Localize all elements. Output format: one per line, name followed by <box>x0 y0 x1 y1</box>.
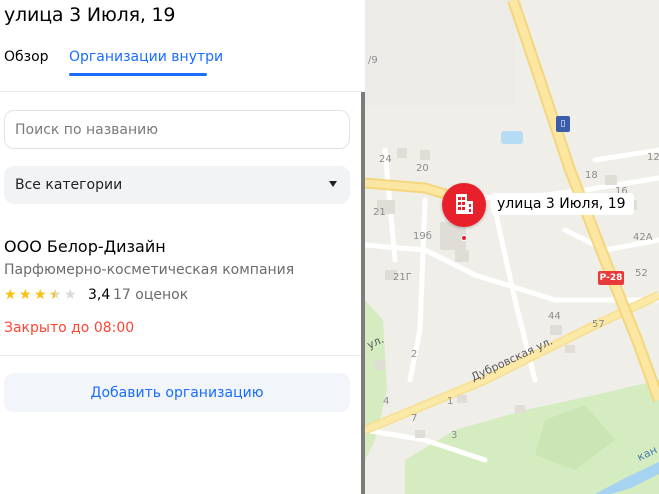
building-number: 44 <box>548 311 561 322</box>
building-number: 57 <box>592 319 605 330</box>
transport-icon[interactable]: ▯ <box>556 116 570 132</box>
organization-category: Парфюмерно-косметическая компания <box>4 262 295 278</box>
map-canvas <box>365 0 659 494</box>
organization-name[interactable]: ООО Белор-Дизайн <box>4 237 166 256</box>
category-select[interactable]: Все категории <box>4 166 350 204</box>
star-fill: ★ <box>4 288 17 302</box>
star-fill: ★ <box>49 288 55 302</box>
building-number: 24 <box>379 154 392 165</box>
star-icon: ★★ <box>19 288 34 302</box>
star-icon: ★★ <box>34 288 49 302</box>
building-number: 7 <box>411 413 418 424</box>
search-input[interactable] <box>4 110 350 149</box>
star-fill: ★ <box>19 288 32 302</box>
building-number: 4 <box>383 396 390 407</box>
building-number: 3 <box>451 430 458 441</box>
building-number: 21Г <box>393 272 412 283</box>
building-number: 52 <box>635 268 648 279</box>
rating-stars: ★★★★★★★★★★ <box>4 288 79 302</box>
building-number: 19б <box>413 231 432 242</box>
pin-anchor-dot <box>461 235 467 241</box>
opening-status: Закрыто до 08:00 <box>4 320 135 336</box>
map[interactable]: /9 24 20 21 19б 21Г 2 4 7 3 1 44 57 42А … <box>365 0 659 494</box>
building-icon <box>456 194 473 214</box>
pin-label[interactable]: улица 3 Июля, 19 <box>491 193 634 215</box>
star-icon: ★★ <box>64 288 77 302</box>
divider <box>0 355 364 356</box>
rating-value: 3,4 <box>88 287 111 303</box>
caret-down-icon <box>329 181 337 187</box>
building-number: 1 <box>447 396 454 407</box>
road-shield: Р-28 <box>598 271 624 285</box>
star-fill: ★ <box>34 288 47 302</box>
star-icon: ★★ <box>49 288 62 302</box>
building-number: 21 <box>373 207 386 218</box>
star-icon: ★★ <box>4 288 19 302</box>
building-pin-icon[interactable] <box>442 183 486 227</box>
building-number: 2 <box>411 349 418 360</box>
place-panel: улица 3 Июля, 19 Обзор Организации внутр… <box>0 0 364 494</box>
tab-overview[interactable]: Обзор <box>4 49 49 65</box>
building-number: 20 <box>416 163 429 174</box>
building-number: 12 <box>647 152 659 163</box>
building-number: 42А <box>633 232 653 243</box>
divider <box>0 91 364 92</box>
tab-organizations-inside[interactable]: Организации внутри <box>69 49 223 65</box>
building-number: 18 <box>585 170 598 181</box>
building-number: /9 <box>368 55 378 66</box>
reviews-count[interactable]: 17 оценок <box>113 287 188 303</box>
active-tab-indicator <box>69 73 207 76</box>
address-title: улица 3 Июля, 19 <box>4 4 176 26</box>
add-organization-button[interactable]: Добавить организацию <box>4 373 350 412</box>
category-select-label: Все категории <box>15 177 123 193</box>
